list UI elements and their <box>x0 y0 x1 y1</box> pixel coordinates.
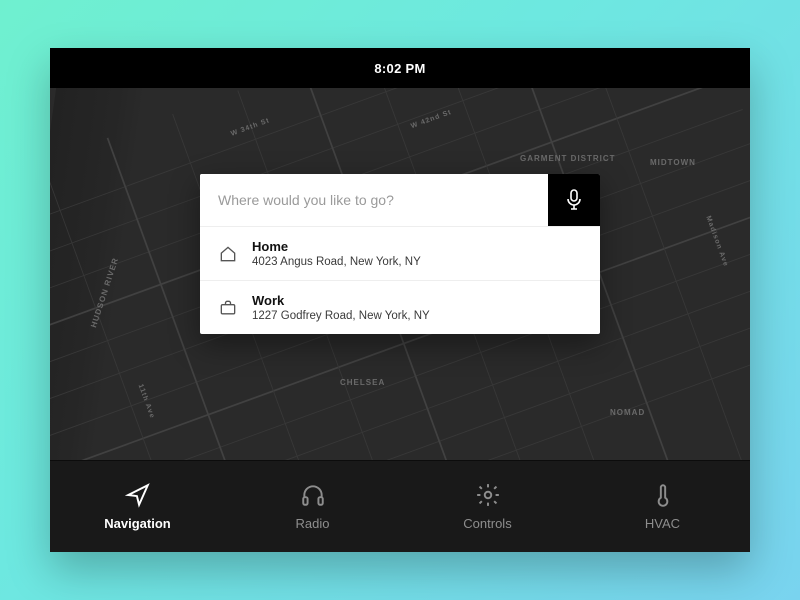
microphone-icon <box>565 189 583 211</box>
map-label-midtown: MIDTOWN <box>650 158 696 167</box>
tab-navigation[interactable]: Navigation <box>50 461 225 552</box>
map-label-nomad: NOMAD <box>610 408 645 417</box>
bottom-tab-bar: Navigation Radio Controls <box>50 460 750 552</box>
search-row <box>200 174 600 226</box>
destination-address: 4023 Angus Road, New York, NY <box>252 256 421 268</box>
status-bar: 8:02 PM <box>50 48 750 88</box>
destination-search-input[interactable] <box>200 174 548 226</box>
map-label-garment: GARMENT DISTRICT <box>520 154 616 163</box>
destination-address: 1227 Godfrey Road, New York, NY <box>252 310 430 322</box>
status-time: 8:02 PM <box>374 61 425 76</box>
destination-item-home[interactable]: Home 4023 Angus Road, New York, NY <box>200 226 600 280</box>
device-frame: 8:02 PM Hudson River <box>50 48 750 552</box>
tab-label: Navigation <box>104 516 170 531</box>
briefcase-icon <box>218 298 238 318</box>
tab-radio[interactable]: Radio <box>225 461 400 552</box>
search-panel: Home 4023 Angus Road, New York, NY Work … <box>200 174 600 334</box>
destination-text: Home 4023 Angus Road, New York, NY <box>252 239 421 268</box>
destination-text: Work 1227 Godfrey Road, New York, NY <box>252 293 430 322</box>
tab-label: HVAC <box>645 516 680 531</box>
voice-search-button[interactable] <box>548 174 600 226</box>
destination-item-work[interactable]: Work 1227 Godfrey Road, New York, NY <box>200 280 600 334</box>
destination-list: Home 4023 Angus Road, New York, NY Work … <box>200 226 600 334</box>
destination-title: Home <box>252 239 421 254</box>
tab-label: Controls <box>463 516 511 531</box>
destination-title: Work <box>252 293 430 308</box>
map-label-chelsea: CHELSEA <box>340 378 385 387</box>
thermometer-icon <box>650 482 676 508</box>
app-background: 8:02 PM Hudson River <box>0 0 800 600</box>
map-view[interactable]: Hudson River GARMENT DISTRICT MIDTOWN CH… <box>50 88 750 460</box>
headphones-icon <box>300 482 326 508</box>
tab-label: Radio <box>296 516 330 531</box>
tab-controls[interactable]: Controls <box>400 461 575 552</box>
tab-hvac[interactable]: HVAC <box>575 461 750 552</box>
navigation-arrow-icon <box>125 482 151 508</box>
home-icon <box>218 244 238 264</box>
gear-icon <box>475 482 501 508</box>
